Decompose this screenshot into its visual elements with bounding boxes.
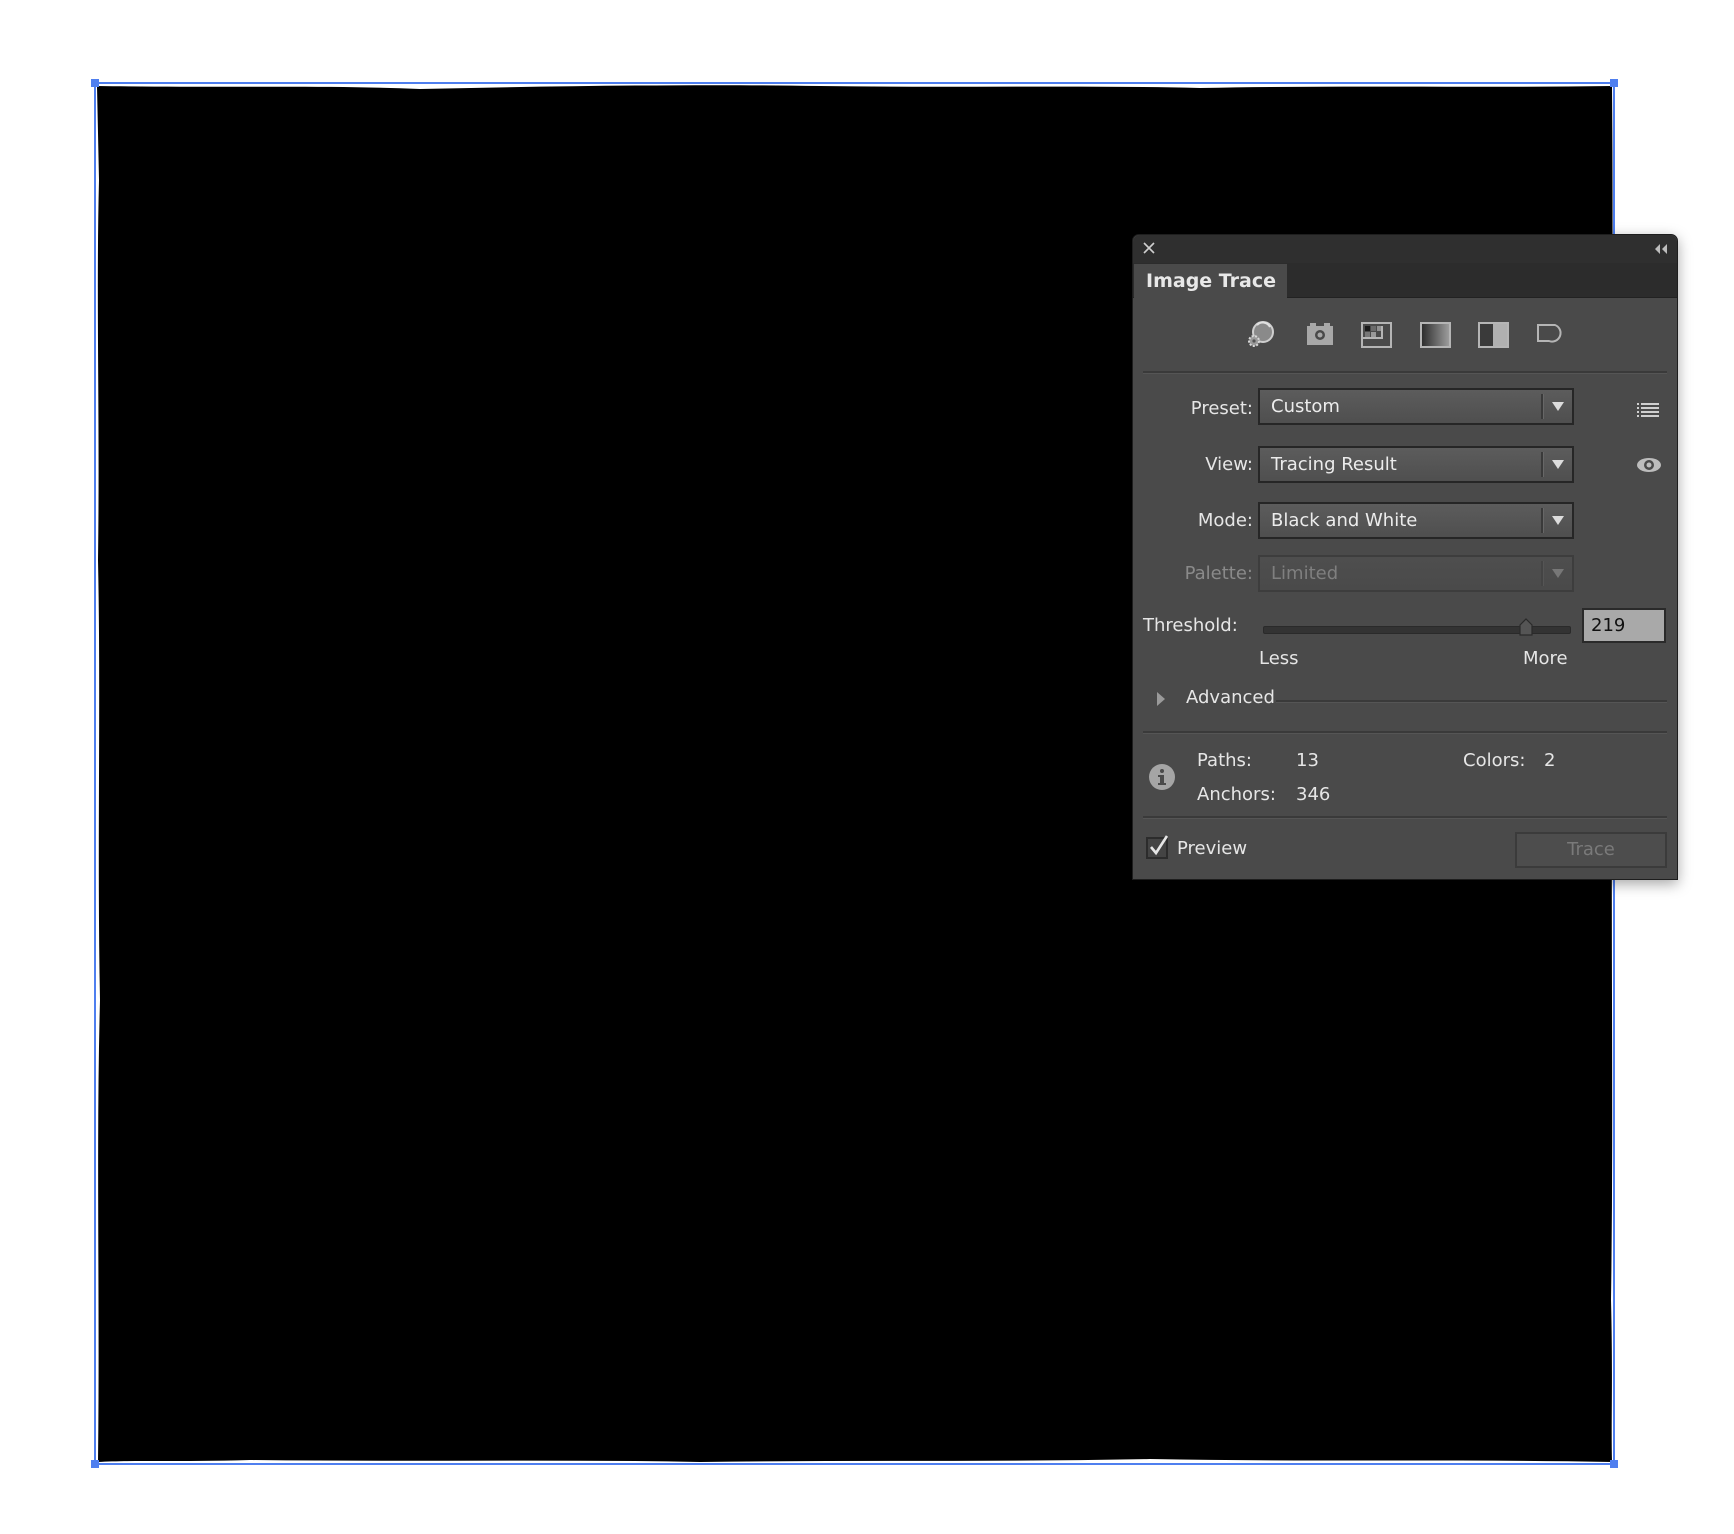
view-dropdown[interactable]: Tracing Result	[1258, 446, 1574, 483]
palette-value: Limited	[1271, 563, 1339, 584]
mode-dropdown[interactable]: Black and White	[1258, 502, 1574, 539]
black-and-white-preset-icon[interactable]	[1477, 319, 1509, 349]
threshold-slider[interactable]	[1263, 618, 1571, 636]
preset-value: Custom	[1271, 396, 1340, 417]
divider	[1276, 700, 1667, 703]
mode-value: Black and White	[1271, 510, 1418, 531]
disclosure-triangle-icon[interactable]	[1155, 690, 1167, 708]
dropdown-divider	[1541, 508, 1544, 533]
dropdown-divider	[1541, 561, 1544, 586]
manage-presets-list-icon[interactable]	[1637, 402, 1661, 418]
preset-label: Preset:	[1190, 398, 1253, 419]
paths-label: Paths:	[1197, 750, 1252, 771]
palette-label: Palette:	[1184, 563, 1253, 584]
divider	[1143, 371, 1667, 374]
close-icon[interactable]	[1141, 240, 1157, 256]
outline-preset-icon[interactable]	[1535, 319, 1567, 349]
advanced-toggle[interactable]: Advanced	[1186, 687, 1275, 708]
selection-handle-top-right[interactable]	[1610, 79, 1618, 87]
checkmark-icon	[1150, 835, 1169, 856]
preset-dropdown[interactable]: Custom	[1258, 388, 1574, 425]
low-color-preset-icon[interactable]	[1360, 319, 1392, 349]
dropdown-divider	[1541, 394, 1544, 419]
chevron-down-icon	[1552, 569, 1564, 578]
threshold-label: Threshold:	[1143, 615, 1238, 636]
image-trace-panel: Image Trace Preset: Custom View: Tracing…	[1132, 234, 1678, 880]
chevron-down-icon	[1552, 402, 1564, 411]
tab-image-trace[interactable]: Image Trace	[1134, 264, 1287, 298]
view-label: View:	[1205, 454, 1253, 475]
threshold-less-label: Less	[1259, 648, 1299, 669]
threshold-slider-thumb[interactable]	[1519, 618, 1533, 636]
colors-value: 2	[1544, 750, 1556, 771]
anchors-label: Anchors:	[1197, 784, 1276, 805]
view-value: Tracing Result	[1271, 454, 1397, 475]
collapse-panel-icon[interactable]	[1653, 242, 1669, 256]
chevron-down-icon	[1552, 516, 1564, 525]
threshold-input[interactable]: 219	[1582, 608, 1666, 643]
divider	[1143, 731, 1667, 734]
panel-tab-row: Image Trace	[1133, 263, 1677, 298]
threshold-more-label: More	[1523, 648, 1568, 669]
selection-handle-top-left[interactable]	[91, 79, 99, 87]
preview-checkbox[interactable]	[1146, 835, 1169, 859]
preview-label[interactable]: Preview	[1177, 838, 1247, 859]
eye-icon[interactable]	[1635, 456, 1663, 474]
colors-label: Colors:	[1463, 750, 1526, 771]
high-color-preset-icon[interactable]	[1304, 319, 1336, 349]
anchors-value: 346	[1296, 784, 1331, 805]
trace-button[interactable]: Trace	[1515, 832, 1667, 868]
chevron-down-icon	[1552, 460, 1564, 469]
selection-handle-bottom-right[interactable]	[1610, 1460, 1618, 1468]
paths-value: 13	[1296, 750, 1319, 771]
panel-title-bar[interactable]	[1133, 235, 1677, 264]
info-icon	[1149, 764, 1175, 790]
palette-dropdown: Limited	[1258, 555, 1574, 592]
auto-color-preset-icon[interactable]	[1245, 319, 1277, 349]
grayscale-preset-icon[interactable]	[1419, 319, 1451, 349]
selection-handle-bottom-left[interactable]	[91, 1460, 99, 1468]
dropdown-divider	[1541, 452, 1544, 477]
mode-label: Mode:	[1197, 510, 1253, 531]
divider	[1143, 816, 1667, 819]
